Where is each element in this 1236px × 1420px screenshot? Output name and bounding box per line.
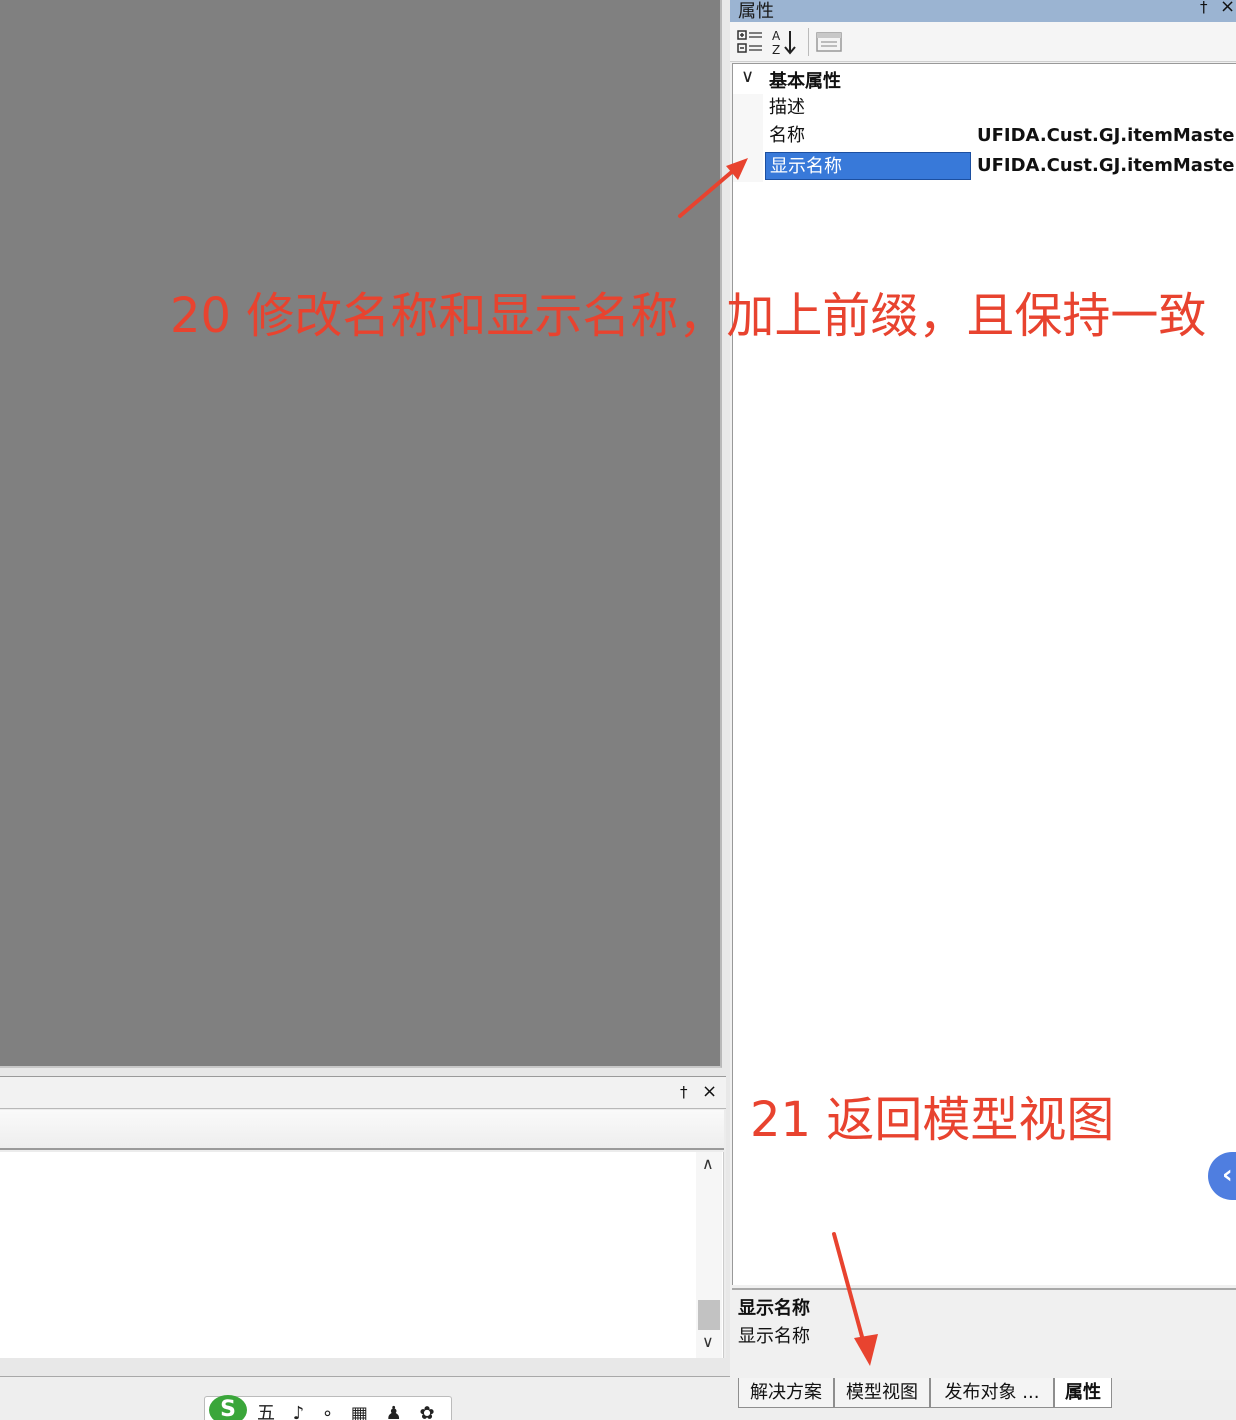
properties-panel: 属性 † × A Z ∨ 基本属性 描述 名称 UFIDA.Cust.GJ.it… [730, 0, 1236, 1380]
sogou-logo-icon[interactable]: S [209, 1395, 247, 1420]
property-row-description[interactable]: 描述 [733, 94, 1236, 122]
output-pin-icon[interactable]: † [680, 1083, 688, 1101]
category-label: 基本属性 [769, 71, 841, 92]
scroll-thumb[interactable] [698, 1300, 720, 1330]
properties-title: 属性 [738, 1, 774, 22]
output-panel-content[interactable]: ∧ ∨ [0, 1152, 724, 1358]
properties-close-icon[interactable]: × [1220, 0, 1235, 17]
property-pages-icon[interactable] [814, 28, 844, 56]
toolbar-separator [808, 28, 809, 56]
property-value[interactable]: UFIDA.Cust.GJ.itemMaster [977, 122, 1236, 150]
output-close-icon[interactable]: × [702, 1081, 717, 1102]
output-panel: † × ∧ ∨ [0, 1076, 726, 1358]
svg-text:Z: Z [772, 43, 780, 56]
ime-toolbar[interactable]: S 五 ♪ ∘ ▦ ♟ ✿ [204, 1395, 452, 1420]
property-description-box: 显示名称 显示名称 [732, 1288, 1236, 1376]
property-row-display-name[interactable]: 显示名称 UFIDA.Cust.GJ.itemMaster [733, 152, 1236, 180]
properties-titlebar: 属性 † × [730, 0, 1236, 22]
property-row-name[interactable]: 名称 UFIDA.Cust.GJ.itemMaster [733, 122, 1236, 150]
category-row-basic[interactable]: ∨ 基本属性 [733, 64, 1236, 94]
tab-solution[interactable]: 解决方案 [738, 1378, 834, 1408]
properties-toolbar: A Z [730, 22, 1236, 62]
property-name-selected[interactable]: 显示名称 [765, 152, 971, 180]
screen: † × ∧ ∨ S 五 ♪ ∘ ▦ ♟ ✿ 属性 † × A Z ∨ 基本属性 … [0, 0, 1236, 1420]
output-scrollbar[interactable]: ∧ ∨ [696, 1152, 722, 1358]
property-name[interactable]: 名称 [765, 122, 971, 150]
description-text: 显示名称 [738, 1326, 810, 1347]
document-area[interactable] [0, 0, 722, 1068]
tab-publish-objects[interactable]: 发布对象 ... [930, 1378, 1054, 1408]
scroll-down-icon[interactable]: ∨ [702, 1332, 714, 1351]
annotation-step-21: 21 返回模型视图 [750, 1092, 1115, 1148]
tab-model-view[interactable]: 模型视图 [834, 1378, 930, 1408]
output-panel-toolbar [0, 1110, 724, 1150]
property-value[interactable]: UFIDA.Cust.GJ.itemMaster [977, 152, 1236, 180]
tab-properties[interactable]: 属性 [1054, 1378, 1112, 1408]
description-title: 显示名称 [738, 1298, 810, 1319]
sort-alphabetical-icon[interactable]: A Z [770, 28, 800, 57]
output-panel-titlebar: † × [0, 1077, 726, 1109]
ime-tool-icons[interactable]: 五 ♪ ∘ ▦ ♟ ✿ [257, 1399, 441, 1420]
property-name[interactable]: 描述 [765, 94, 971, 122]
chevron-left-icon: ‹ [1222, 1160, 1233, 1190]
categorized-icon[interactable] [736, 28, 766, 56]
properties-pin-icon[interactable]: † [1200, 0, 1208, 16]
collapse-chevron-icon[interactable]: ∨ [741, 66, 754, 87]
svg-text:A: A [772, 29, 781, 43]
annotation-step-20: 20 修改名称和显示名称，加上前缀，且保持一致 [170, 288, 1207, 344]
scroll-up-icon[interactable]: ∧ [702, 1154, 714, 1173]
